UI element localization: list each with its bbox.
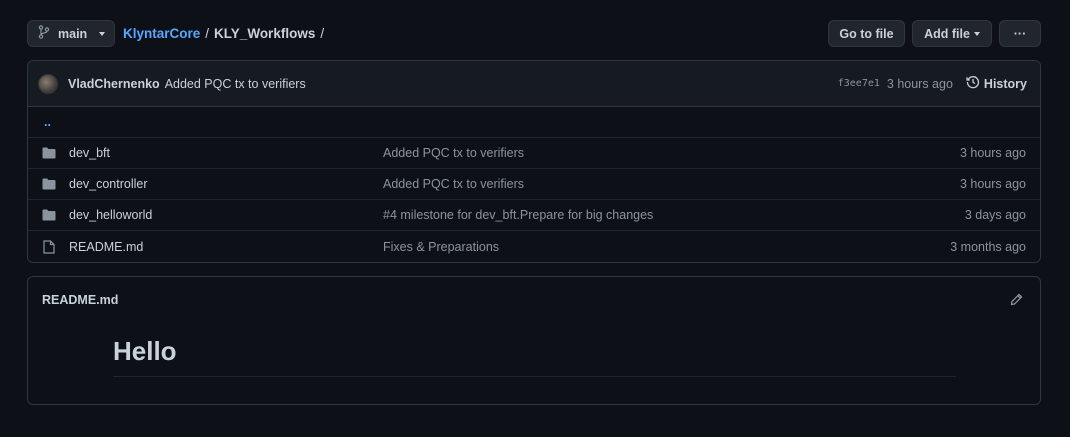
breadcrumb-current-dir: KLY_Workflows — [214, 26, 316, 41]
commit-meta: f3ee7e1 3 hours ago History — [838, 75, 1027, 92]
repo-toolbar: main KlyntarCore / KLY_Workflows / Go to… — [27, 20, 1041, 47]
readme-panel: README.md Hello — [27, 276, 1041, 405]
breadcrumb: KlyntarCore / KLY_Workflows / — [123, 26, 324, 41]
commit-message-link[interactable]: Added PQC tx to verifiers — [165, 77, 306, 91]
table-row[interactable]: README.md Fixes & Preparations 3 months … — [28, 231, 1040, 262]
commit-message-link[interactable]: #4 milestone for dev_bft.Prepare for big… — [383, 208, 965, 222]
folder-icon — [41, 207, 57, 223]
commit-message-link[interactable]: Added PQC tx to verifiers — [383, 146, 960, 160]
breadcrumb-repo-link[interactable]: KlyntarCore — [123, 26, 200, 41]
commit-message-link[interactable]: Added PQC tx to verifiers — [383, 177, 960, 191]
chevron-down-icon — [99, 31, 106, 36]
readme-content: Hello — [28, 322, 1040, 377]
history-icon — [966, 75, 980, 92]
branch-name: main — [58, 26, 88, 41]
chevron-down-icon — [973, 31, 980, 36]
breadcrumb-separator: / — [320, 26, 325, 41]
add-file-button[interactable]: Add file — [912, 20, 992, 47]
commit-author-link[interactable]: VladChernenko — [68, 77, 160, 91]
more-options-button[interactable]: ··· — [999, 20, 1041, 47]
commit-time: 3 hours ago — [886, 76, 953, 91]
commit-message-link[interactable]: Fixes & Preparations — [383, 240, 950, 254]
file-list: VladChernenko Added PQC tx to verifiers … — [27, 60, 1041, 263]
latest-commit-bar: VladChernenko Added PQC tx to verifiers … — [28, 61, 1040, 107]
commit-age: 3 hours ago — [959, 177, 1026, 191]
table-row[interactable]: dev_helloworld #4 milestone for dev_bft.… — [28, 200, 1040, 231]
commit-age: 3 days ago — [964, 208, 1026, 222]
parent-directory-link[interactable]: .. — [28, 107, 1040, 138]
table-row[interactable]: dev_controller Added PQC tx to verifiers… — [28, 169, 1040, 200]
branch-selector-button[interactable]: main — [27, 20, 115, 47]
git-branch-icon — [38, 25, 50, 42]
file-name-link[interactable]: dev_helloworld — [69, 208, 383, 222]
readme-header: README.md — [28, 277, 1040, 322]
commit-age: 3 hours ago — [959, 146, 1026, 160]
file-name-link[interactable]: dev_bft — [69, 146, 383, 160]
commit-age: 3 months ago — [950, 239, 1026, 254]
breadcrumb-separator: / — [205, 26, 210, 41]
pencil-icon[interactable] — [1008, 292, 1024, 308]
toolbar-actions: Go to file Add file ··· — [828, 20, 1041, 47]
table-row[interactable]: dev_bft Added PQC tx to verifiers 3 hour… — [28, 138, 1040, 169]
folder-icon — [41, 145, 57, 161]
folder-icon — [41, 176, 57, 192]
readme-heading: Hello — [113, 336, 956, 377]
go-to-file-button[interactable]: Go to file — [828, 20, 905, 47]
history-label: History — [983, 76, 1027, 91]
avatar[interactable] — [38, 73, 58, 94]
history-link[interactable]: History — [966, 75, 1027, 92]
file-name-link[interactable]: README.md — [69, 240, 383, 254]
commit-sha-link[interactable]: f3ee7e1 — [838, 78, 880, 89]
add-file-label: Add file — [924, 26, 970, 41]
readme-title[interactable]: README.md — [42, 293, 118, 307]
file-icon — [41, 239, 57, 255]
file-name-link[interactable]: dev_controller — [69, 177, 383, 191]
